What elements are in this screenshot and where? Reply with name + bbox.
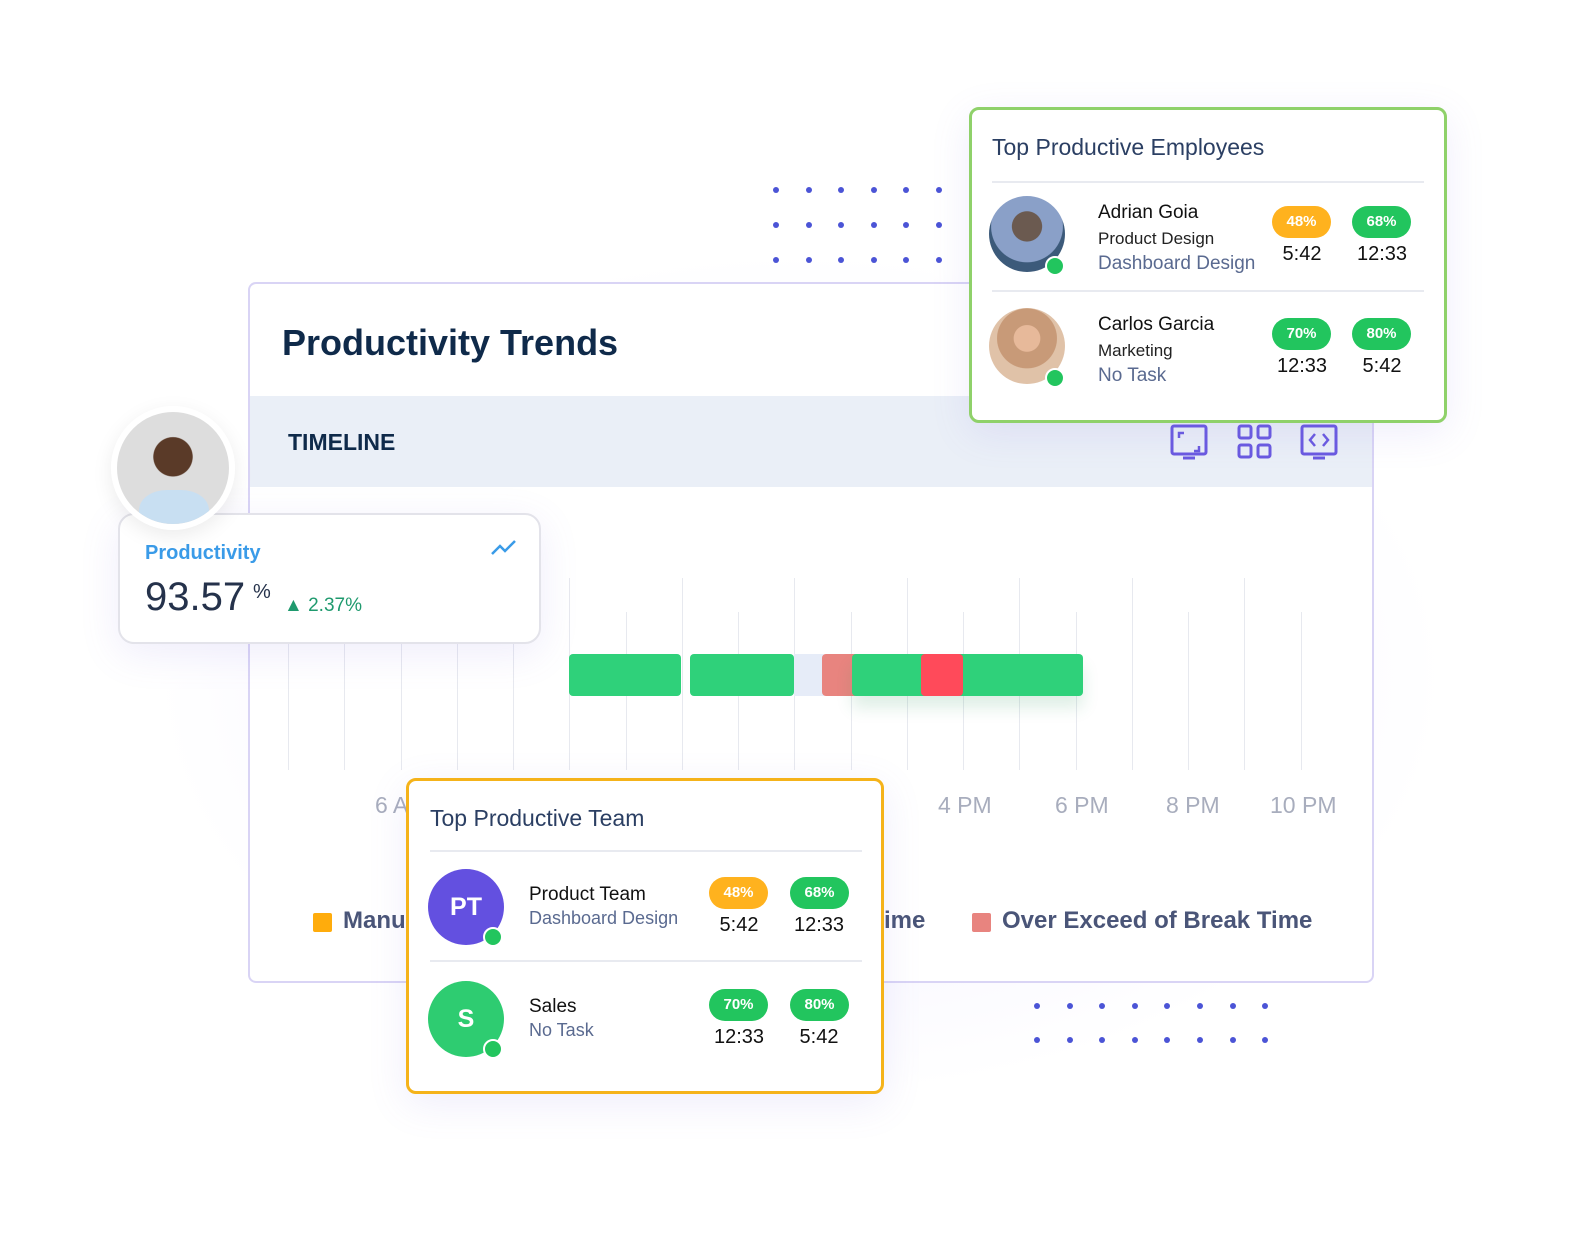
dot <box>773 222 779 228</box>
row-name: Adrian Goia <box>1098 202 1199 223</box>
dot <box>903 187 910 193</box>
segment-productive[interactable] <box>569 654 681 696</box>
online-status-icon <box>483 1039 503 1059</box>
dot <box>1229 1003 1236 1009</box>
row-task: Dashboard Design <box>529 908 679 928</box>
productivity-unit: % <box>253 581 271 603</box>
dot <box>838 187 845 193</box>
top-productive-employees-card: Top Productive Employees Adrian Goia Pro… <box>969 107 1447 423</box>
productivity-change: 2.37% <box>308 595 362 616</box>
dot <box>870 222 877 228</box>
timeline-label: TIMELINE <box>288 429 396 455</box>
productivity-card: Productivity 93.57 % ▲ 2.37% <box>118 513 541 644</box>
legend-swatch <box>972 913 991 932</box>
dot <box>1066 1003 1073 1009</box>
dot <box>1197 1037 1203 1043</box>
row-department: Product Design <box>1098 229 1215 248</box>
grid-line <box>681 578 683 770</box>
percent-badge: 68% <box>1352 206 1411 238</box>
divider <box>992 290 1424 292</box>
dot <box>936 257 942 263</box>
embed-code-icon[interactable] <box>1300 424 1338 460</box>
row-name: Product Team <box>529 884 646 905</box>
tick-label: 8 PM <box>1166 792 1220 818</box>
trend-up-icon <box>491 540 516 555</box>
dot <box>936 187 942 193</box>
divider <box>992 181 1424 183</box>
online-status-icon <box>1045 256 1065 276</box>
row-task: Dashboard Design <box>1098 253 1256 274</box>
time-value: 12:33 <box>1276 355 1328 377</box>
up-arrow-icon: ▲ <box>284 595 309 616</box>
time-value: 12:33 <box>713 1026 765 1048</box>
percent-badge: 80% <box>1352 318 1411 350</box>
percent-badge: 68% <box>790 877 849 909</box>
top-productive-team-card: Top Productive Team PT Product Team Dash… <box>406 778 884 1094</box>
fullscreen-icon[interactable] <box>1170 424 1208 460</box>
grid-icon[interactable] <box>1236 424 1274 460</box>
dot <box>773 257 779 263</box>
dot <box>1229 1037 1236 1043</box>
row-task: No Task <box>529 1020 594 1040</box>
time-value: 5:42 <box>799 1026 839 1048</box>
dot <box>1131 1003 1138 1009</box>
dot <box>805 222 812 228</box>
time-value: 12:33 <box>1356 243 1408 265</box>
card-title: Top Productive Team <box>430 805 645 831</box>
productivity-value: 93.57 <box>145 575 246 619</box>
card-title: Top Productive Employees <box>992 134 1265 160</box>
row-name: Sales <box>529 996 577 1017</box>
grid-line <box>1188 612 1189 770</box>
time-value: 12:33 <box>793 914 845 936</box>
time-value: 5:42 <box>1362 355 1402 377</box>
dot <box>1131 1037 1138 1043</box>
dot <box>773 187 779 193</box>
percent-badge: 80% <box>790 989 849 1021</box>
time-value: 5:42 <box>1282 243 1322 265</box>
segment-break-exceed[interactable] <box>822 654 856 696</box>
row-name: Carlos Garcia <box>1098 314 1215 335</box>
segment-idle[interactable] <box>794 654 824 696</box>
dot <box>1066 1037 1073 1043</box>
dot <box>1197 1003 1203 1009</box>
dot <box>870 257 877 263</box>
percent-badge: 48% <box>709 877 768 909</box>
percent-badge: 70% <box>1272 318 1331 350</box>
online-status-icon <box>1045 368 1065 388</box>
dot <box>1034 1037 1040 1043</box>
dot <box>805 257 812 263</box>
productivity-label: Productivity <box>145 542 261 564</box>
tick-label: 6 PM <box>1055 792 1109 818</box>
tick-label: 4 PM <box>938 792 992 818</box>
time-value: 5:42 <box>719 914 759 936</box>
online-status-icon <box>483 927 503 947</box>
dot <box>805 187 812 193</box>
grid-line <box>1131 578 1133 770</box>
tick-label: 10 PM <box>1270 792 1337 818</box>
row-task: No Task <box>1098 365 1167 386</box>
row-department: Marketing <box>1098 341 1173 360</box>
dot <box>1034 1003 1040 1009</box>
dot <box>936 222 942 228</box>
dot <box>838 222 845 228</box>
dot <box>903 222 910 228</box>
grid-line <box>1244 578 1246 770</box>
legend-label: Manu <box>343 907 406 934</box>
page-title: Productivity Trends <box>282 322 619 363</box>
legend-swatch <box>313 913 332 932</box>
segment-unproductive[interactable] <box>921 654 963 696</box>
percent-badge: 70% <box>709 989 768 1021</box>
user-avatar <box>111 406 235 530</box>
segment-productive[interactable] <box>852 654 1083 696</box>
legend-label: Over Exceed of Break Time <box>1002 907 1313 934</box>
grid-line <box>1300 612 1302 770</box>
percent-badge: 48% <box>1272 206 1331 238</box>
segment-productive[interactable] <box>690 654 794 696</box>
divider <box>430 850 862 852</box>
dot <box>870 187 877 193</box>
divider <box>430 960 862 962</box>
legend-label: ime <box>884 907 926 934</box>
